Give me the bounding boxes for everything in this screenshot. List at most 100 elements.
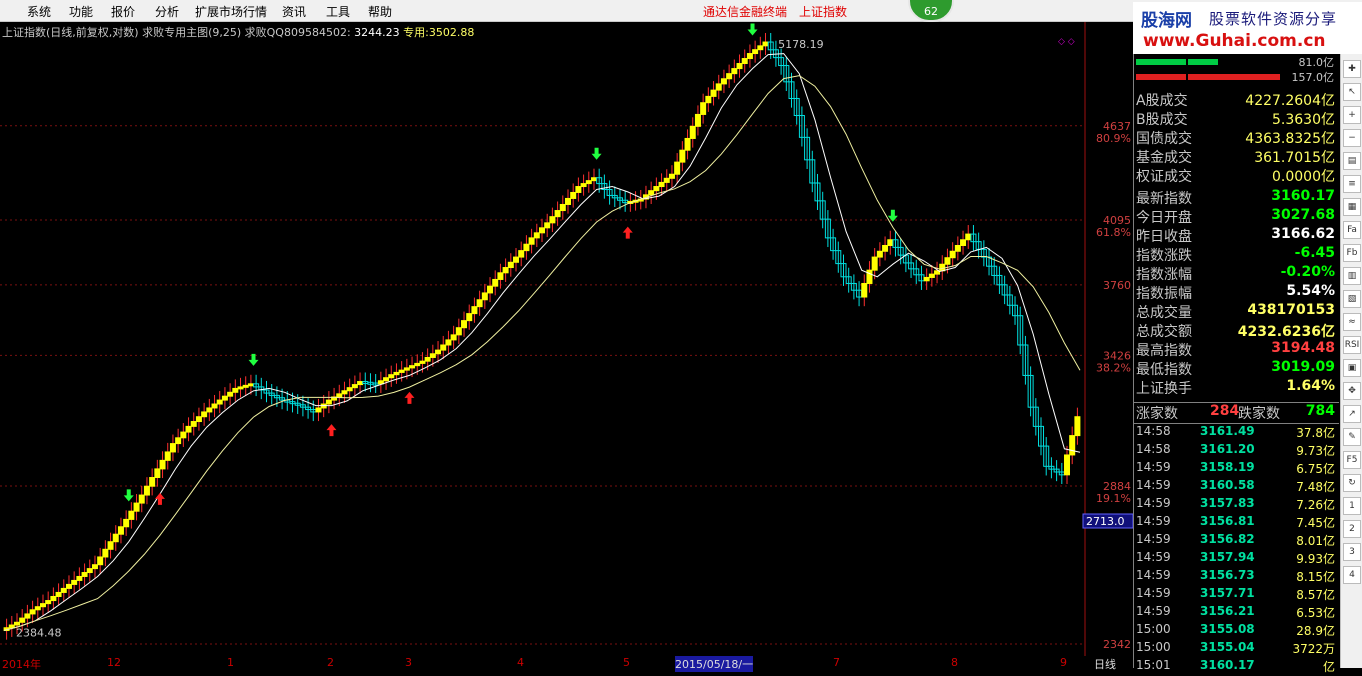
tick-price: 3156.21 — [1200, 604, 1255, 618]
candle-body — [357, 381, 364, 386]
candle-body — [923, 276, 930, 282]
tick-row: 14:59 3157.83 7.26亿 — [1134, 496, 1339, 514]
stat-label: 今日开盘 — [1136, 210, 1192, 226]
watermark-logo: 股海网 股票软件资源分享 www.Guhai.com.cn — [1133, 2, 1362, 54]
4-icon[interactable]: 4 — [1343, 566, 1361, 584]
candle-body — [866, 269, 873, 284]
tick-volume: 9.93亿 — [1296, 552, 1335, 566]
tick-price: 3156.73 — [1200, 568, 1255, 582]
diamond-markers: ◇ ◇ — [1058, 37, 1075, 47]
turnover-label: 国债成交 — [1136, 131, 1192, 147]
list-icon[interactable]: ≡ — [1343, 175, 1361, 193]
candle-body — [123, 518, 130, 528]
menu-function[interactable]: 功能 — [69, 3, 93, 20]
pen-icon[interactable]: ✎ — [1343, 428, 1361, 446]
3-icon[interactable]: 3 — [1343, 543, 1361, 561]
candle-body — [960, 239, 967, 246]
candle-body — [195, 416, 202, 423]
menu-tools[interactable]: 工具 — [326, 3, 350, 20]
stat-value: 3027.68 — [1271, 207, 1335, 223]
candle-body — [549, 216, 556, 224]
candle-body — [564, 197, 571, 205]
move-icon[interactable]: ✥ — [1343, 382, 1361, 400]
menu-quote[interactable]: 报价 — [111, 3, 135, 20]
candle-body — [211, 403, 218, 409]
tick-volume: 8.01亿 — [1296, 534, 1335, 548]
tick-time: 14:59 — [1136, 460, 1171, 474]
period-label[interactable]: 日线 — [1094, 656, 1116, 672]
tick-row: 14:59 3156.21 6.53亿 — [1134, 604, 1339, 622]
candle-body — [185, 425, 192, 433]
2-icon[interactable]: 2 — [1343, 520, 1361, 538]
sell-signal-arrow — [591, 147, 602, 160]
candle-body — [190, 421, 197, 427]
1-icon[interactable]: 1 — [1343, 497, 1361, 515]
tick-price: 3156.81 — [1200, 514, 1255, 528]
bars-icon[interactable]: ▧ — [1343, 290, 1361, 308]
candle-body — [450, 334, 457, 341]
cross-icon[interactable]: ✚ — [1343, 60, 1361, 78]
candle-body — [180, 431, 187, 439]
menu-analysis[interactable]: 分析 — [155, 3, 179, 20]
cursor-icon[interactable]: ↖ — [1343, 83, 1361, 101]
tick-row: 14:59 3156.82 8.01亿 — [1134, 532, 1339, 550]
price-tick: 2342 — [1103, 638, 1131, 651]
menu-system[interactable]: 系统 — [27, 3, 51, 20]
turnover-value: 4227.2604亿 — [1245, 93, 1335, 109]
candle-body — [570, 191, 577, 199]
grid-icon[interactable]: ▦ — [1343, 198, 1361, 216]
candles — [3, 32, 1081, 640]
menu-extended-market[interactable]: 扩展市场行情 — [195, 3, 267, 20]
up-down-row: 涨家数 284 跌家数 784 — [1134, 402, 1339, 424]
tick-time: 14:58 — [1136, 424, 1171, 438]
candle-body — [128, 510, 135, 520]
tick-volume: 7.48亿 — [1296, 480, 1335, 494]
candle-body — [325, 399, 332, 405]
candle-body — [481, 292, 488, 301]
arrow-icon[interactable]: ↗ — [1343, 405, 1361, 423]
tile-icon[interactable]: ▤ — [1343, 152, 1361, 170]
cursor-price: 2713.0 — [1086, 515, 1125, 528]
tick-time: 14:59 — [1136, 568, 1171, 582]
candle-body — [658, 181, 665, 188]
stat-row: 指数涨跌 -6.45 — [1134, 245, 1339, 264]
fa-icon[interactable]: Fa — [1343, 221, 1361, 239]
stat-value: 438170153 — [1247, 302, 1335, 318]
wave-icon[interactable]: ≈ — [1343, 313, 1361, 331]
box-icon[interactable]: ▣ — [1343, 359, 1361, 377]
fb-icon[interactable]: Fb — [1343, 244, 1361, 262]
kline-chart[interactable]: 463780.9%409561.8%3760342638.2%288419.1%… — [0, 22, 1133, 656]
menu-news[interactable]: 资讯 — [282, 3, 306, 20]
tick-volume: 7.45亿 — [1296, 516, 1335, 530]
moving-average-line — [3, 53, 1081, 631]
stat-label: 最新指数 — [1136, 191, 1192, 207]
volume-value-2: 157.0亿 — [1292, 71, 1335, 84]
stat-value: -6.45 — [1294, 245, 1335, 261]
candle-body — [1069, 435, 1076, 456]
candle-body — [435, 349, 442, 355]
zoom-in-icon[interactable]: + — [1343, 106, 1361, 124]
candle-body — [336, 393, 343, 398]
tick-volume: 亿 — [1322, 660, 1335, 674]
chart-icon[interactable]: ▥ — [1343, 267, 1361, 285]
candle-body — [679, 149, 686, 163]
tick-row: 15:00 3155.04 3722万 — [1134, 640, 1339, 658]
stat-label: 最高指数 — [1136, 343, 1192, 359]
candle-body — [513, 256, 520, 263]
turnover-value: 5.3630亿 — [1272, 112, 1335, 128]
refresh-icon[interactable]: ↻ — [1343, 474, 1361, 492]
tick-volume: 6.75亿 — [1296, 462, 1335, 476]
f5-icon[interactable]: F5 — [1343, 451, 1361, 469]
zoom-out-icon[interactable]: − — [1343, 129, 1361, 147]
candle-body — [143, 485, 150, 496]
candle-body — [757, 45, 764, 51]
rsi-icon[interactable]: RSI — [1343, 336, 1361, 354]
candle-body — [8, 624, 15, 629]
stat-row: 指数涨幅 -0.20% — [1134, 264, 1339, 283]
candle-body — [393, 371, 400, 376]
menu-help[interactable]: 帮助 — [368, 3, 392, 20]
candle-body — [539, 227, 545, 234]
candle-body — [502, 267, 509, 274]
tick-time: 14:59 — [1136, 532, 1171, 546]
tick-time: 14:59 — [1136, 586, 1171, 600]
